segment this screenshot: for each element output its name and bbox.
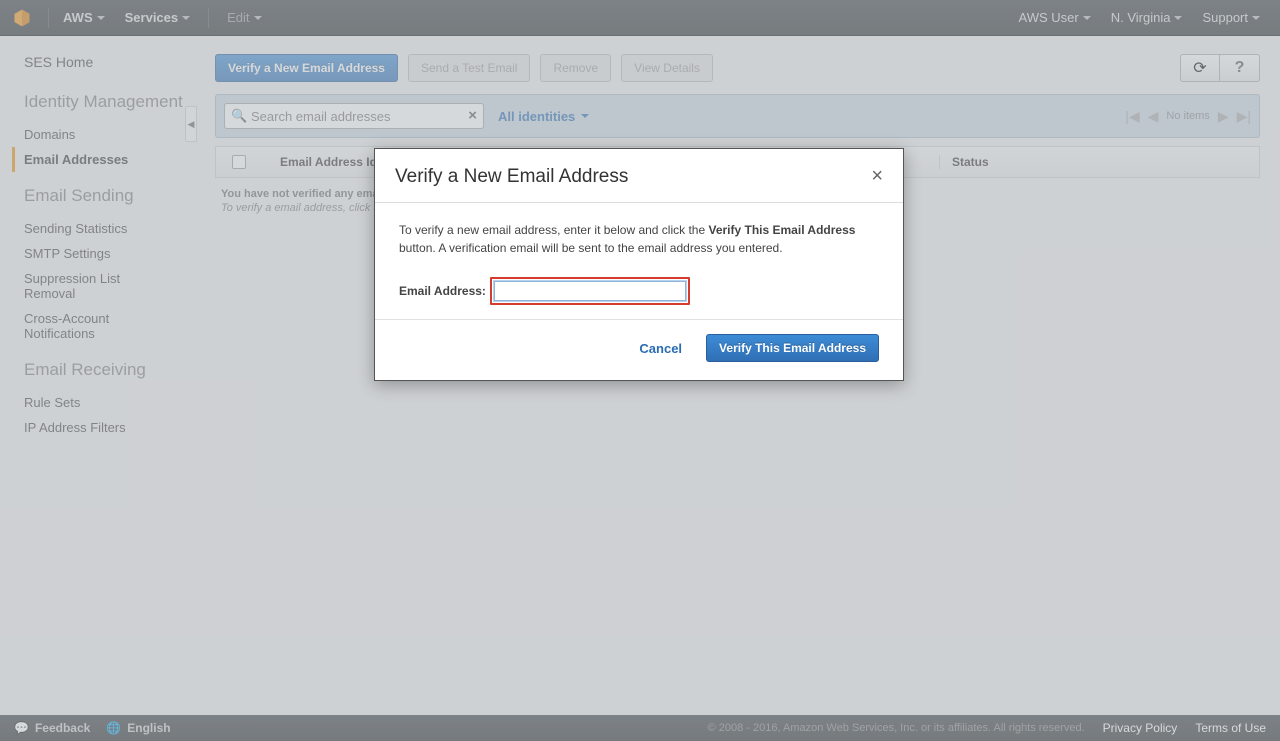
modal-header: Verify a New Email Address × [375,149,903,203]
modal-footer: Cancel Verify This Email Address [375,320,903,380]
close-icon[interactable]: × [871,165,883,188]
email-input[interactable] [494,281,686,301]
modal-title: Verify a New Email Address [395,166,628,188]
verify-email-modal: Verify a New Email Address × To verify a… [374,148,904,381]
modal-body: To verify a new email address, enter it … [375,203,903,320]
modal-instructions: To verify a new email address, enter it … [399,221,879,257]
verify-submit-button[interactable]: Verify This Email Address [706,334,879,362]
input-highlight [490,277,690,305]
cancel-button[interactable]: Cancel [639,341,682,356]
email-field-row: Email Address: [399,277,879,305]
email-label: Email Address: [399,284,486,298]
